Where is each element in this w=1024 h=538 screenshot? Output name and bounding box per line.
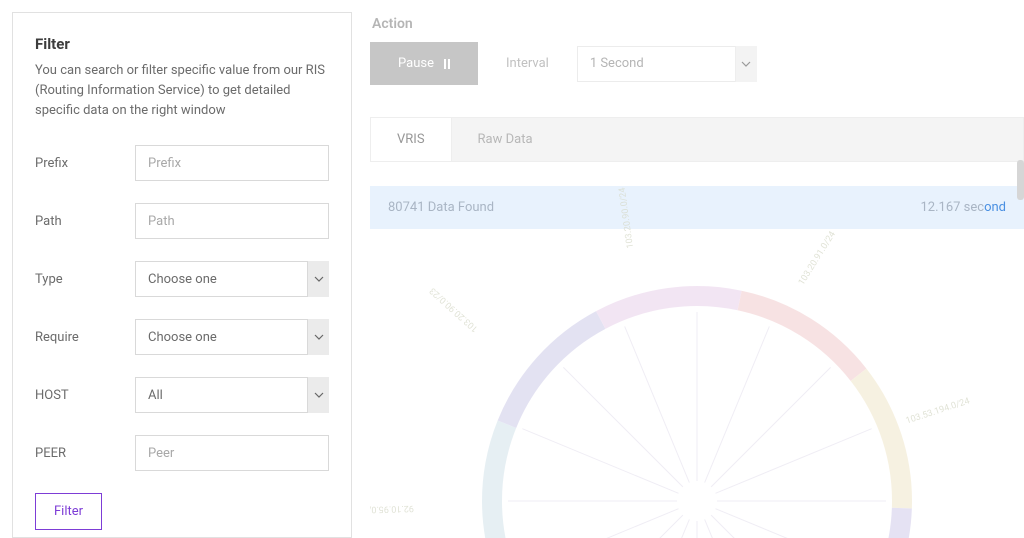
filter-description: You can search or filter specific value … bbox=[35, 61, 329, 121]
path-label: Path bbox=[35, 214, 135, 229]
result-panel: Action Pause Interval 1 Second VRIS bbox=[370, 12, 1024, 538]
host-label: HOST bbox=[35, 388, 135, 403]
interval-label: Interval bbox=[506, 56, 549, 71]
peer-label: PEER bbox=[35, 446, 135, 461]
tabs-bar: VRIS Raw Data bbox=[370, 117, 1024, 162]
type-label: Type bbox=[35, 272, 135, 287]
require-select[interactable]: Choose one bbox=[135, 319, 329, 355]
filter-button[interactable]: Filter bbox=[35, 493, 102, 530]
status-bar: 80741 Data Found 12.167 second bbox=[370, 186, 1024, 229]
action-label: Action bbox=[372, 16, 1024, 32]
peer-input[interactable] bbox=[135, 435, 329, 471]
tab-raw-data[interactable]: Raw Data bbox=[452, 118, 559, 161]
host-select[interactable]: All bbox=[135, 377, 329, 413]
pause-icon bbox=[444, 59, 450, 69]
filter-title: Filter bbox=[35, 35, 329, 53]
filter-panel: Filter You can search or filter specific… bbox=[12, 12, 352, 538]
require-label: Require bbox=[35, 330, 135, 345]
scrollbar-thumb[interactable] bbox=[1017, 160, 1024, 200]
path-input[interactable] bbox=[135, 203, 329, 239]
interval-select[interactable]: 1 Second bbox=[577, 46, 757, 82]
pause-button-label: Pause bbox=[398, 56, 434, 71]
tab-vris[interactable]: VRIS bbox=[371, 118, 452, 161]
type-select[interactable]: Choose one bbox=[135, 261, 329, 297]
arc-label: 103.20.91.0/24 bbox=[797, 230, 838, 287]
arc-label: 103.20.90.0/23 bbox=[428, 286, 480, 335]
data-found-text: 80741 Data Found bbox=[388, 200, 494, 215]
prefix-label: Prefix bbox=[35, 156, 135, 171]
chord-chart: 92.10.95.0/19103.20.90.0/23103.20.90.0/2… bbox=[370, 241, 1024, 538]
prefix-input[interactable] bbox=[135, 145, 329, 181]
arc-label: 92.10.95.0/19 bbox=[370, 503, 414, 514]
pause-button[interactable]: Pause bbox=[370, 42, 478, 85]
timing-text: 12.167 second bbox=[920, 200, 1006, 215]
